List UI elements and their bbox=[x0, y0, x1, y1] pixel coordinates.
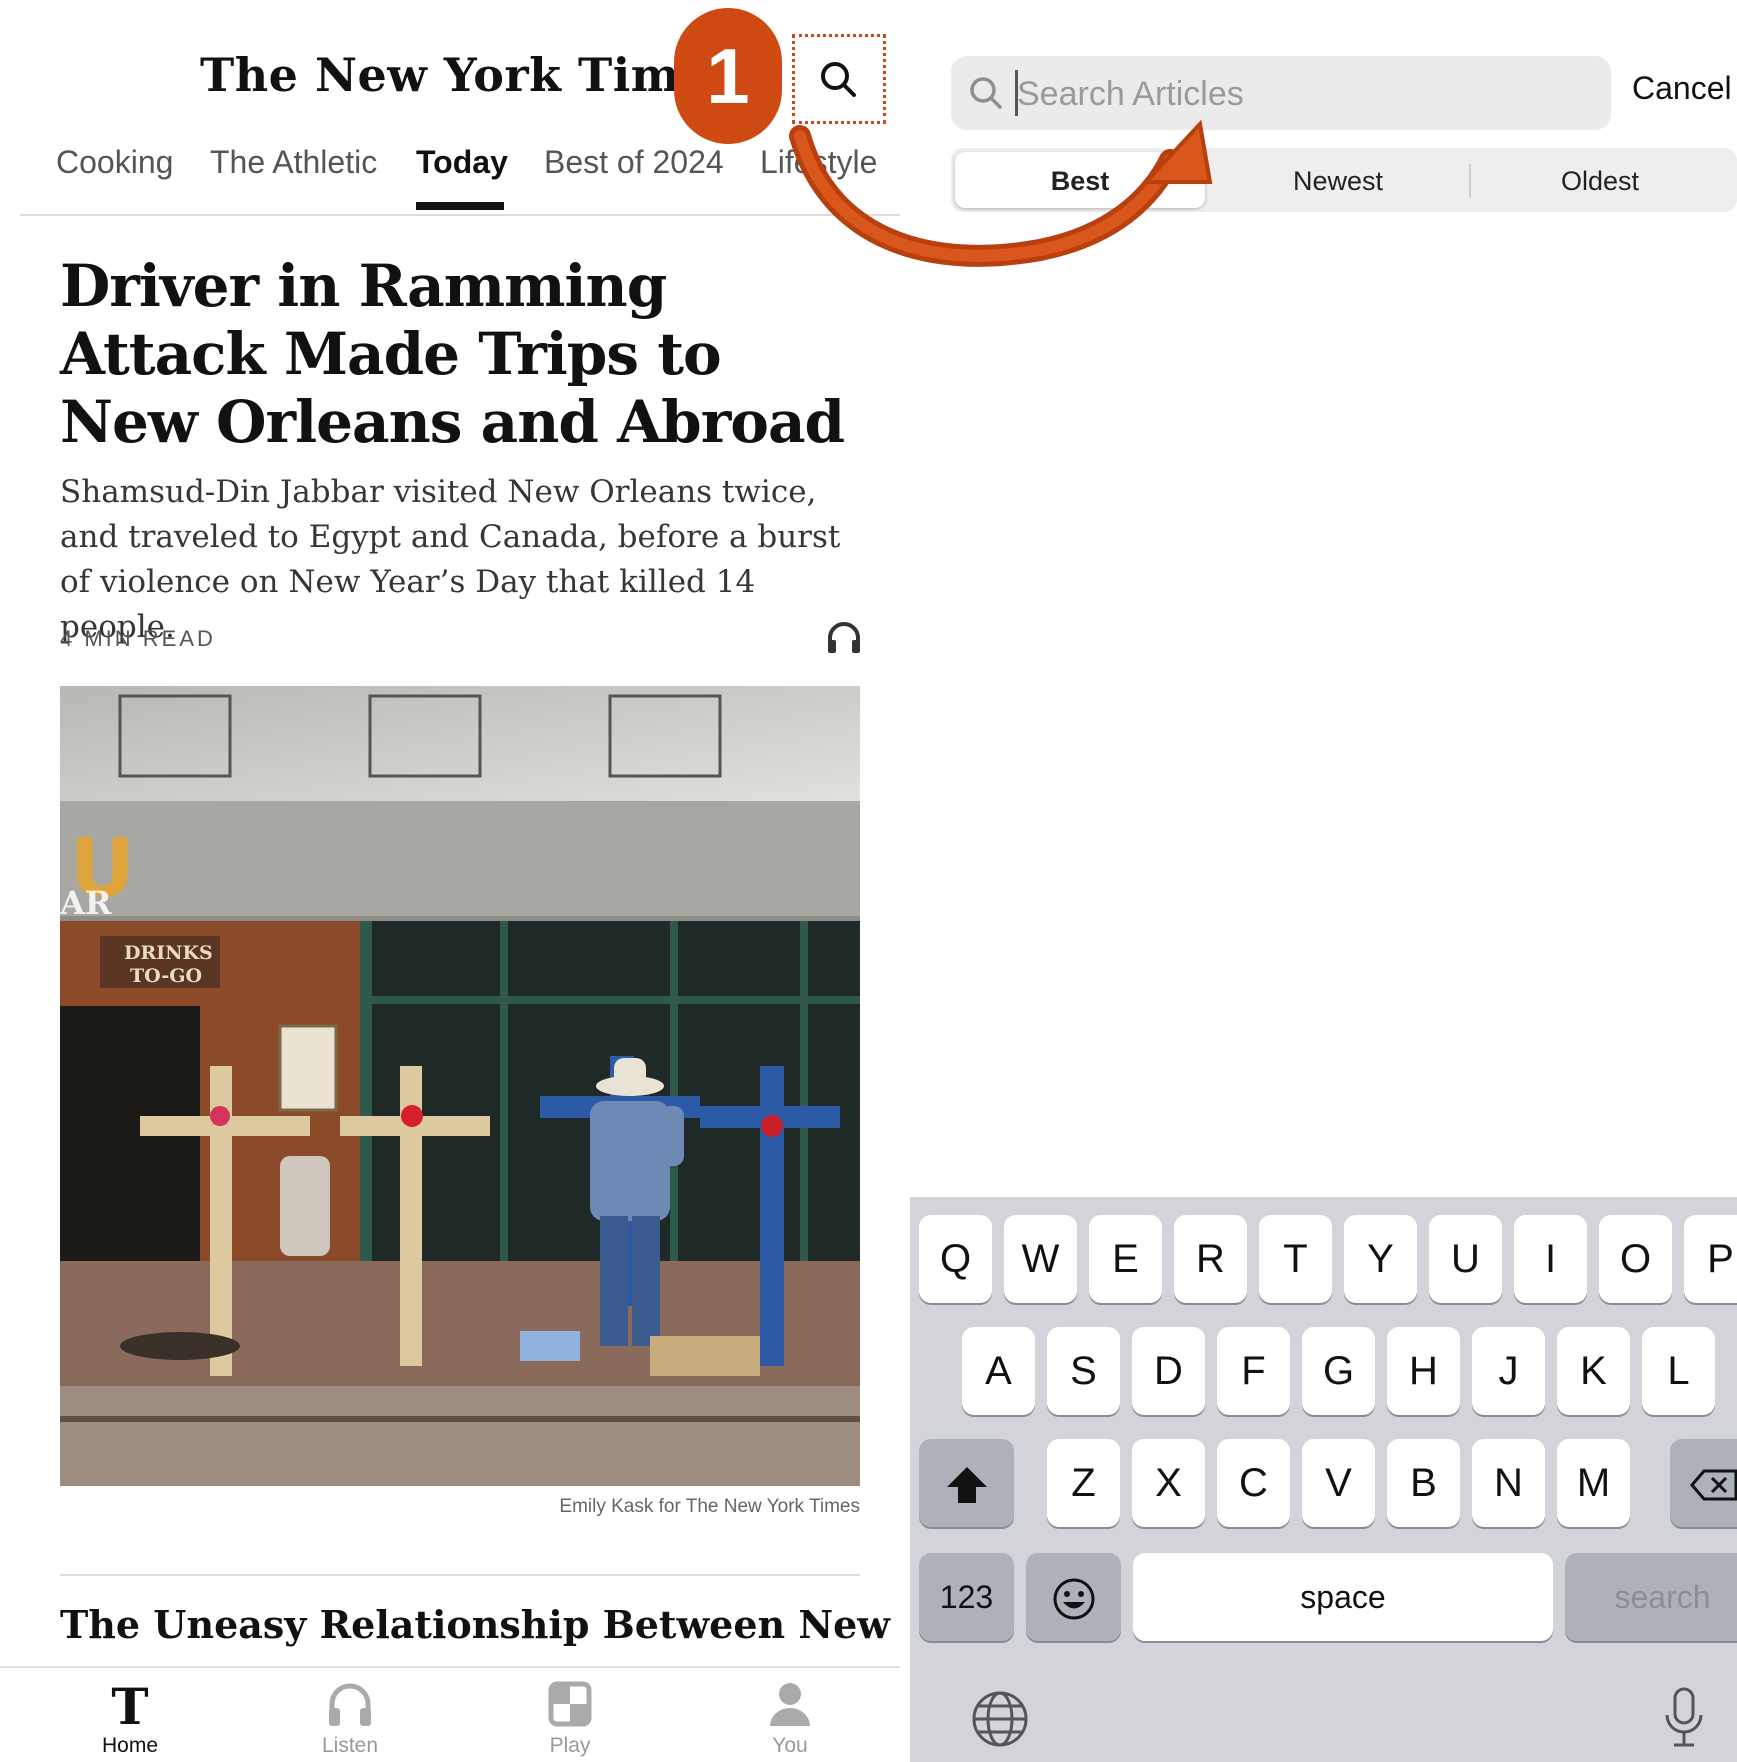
tab-best-of-2024[interactable]: Best of 2024 bbox=[544, 144, 724, 181]
key-r[interactable]: R bbox=[1174, 1215, 1247, 1303]
photo-togo-sign: TO-GO bbox=[130, 965, 202, 987]
delete-key[interactable] bbox=[1670, 1439, 1737, 1527]
search-icon bbox=[970, 77, 1002, 109]
tab-you[interactable]: You bbox=[730, 1678, 850, 1758]
key-t[interactable]: T bbox=[1259, 1215, 1332, 1303]
search-key[interactable]: search bbox=[1565, 1553, 1737, 1641]
photo-credit: Emily Kask for The New York Times bbox=[559, 1496, 860, 1517]
sort-newest[interactable]: Newest bbox=[1213, 152, 1463, 208]
sort-segmented-control: Best Newest Oldest bbox=[951, 148, 1737, 212]
tab-listen-label: Listen bbox=[321, 1734, 379, 1757]
cancel-button[interactable]: Cancel bbox=[1632, 70, 1732, 107]
article-divider bbox=[60, 1574, 860, 1576]
key-b[interactable]: B bbox=[1387, 1439, 1460, 1527]
tab-home-label: Home bbox=[101, 1734, 159, 1757]
globe-icon[interactable] bbox=[970, 1689, 1030, 1749]
tab-play-label: Play bbox=[549, 1734, 591, 1757]
shift-arrow-icon bbox=[946, 1467, 987, 1504]
section-tabs: Cooking The Athletic Today Best of 2024 … bbox=[20, 128, 900, 216]
tab-play[interactable]: Play bbox=[510, 1678, 630, 1758]
search-button[interactable] bbox=[800, 42, 878, 116]
nyt-masthead-logo: The New York Times bbox=[200, 48, 737, 102]
search-field-container[interactable] bbox=[951, 56, 1611, 130]
nyt-t-logo-icon: T bbox=[111, 1678, 148, 1730]
segment-separator bbox=[1469, 164, 1471, 198]
emoji-key[interactable] bbox=[1026, 1553, 1121, 1641]
step-number-badge: 1 bbox=[674, 8, 782, 144]
tab-listen[interactable]: Listen bbox=[290, 1678, 410, 1758]
shift-key[interactable] bbox=[919, 1439, 1014, 1527]
key-d[interactable]: D bbox=[1132, 1327, 1205, 1415]
tab-home[interactable]: T Home bbox=[70, 1678, 190, 1758]
svg-text:T: T bbox=[111, 1678, 148, 1730]
nyt-home-screen: The New York Times 1 Cooking The Athleti… bbox=[0, 0, 900, 1762]
key-a[interactable]: A bbox=[962, 1327, 1035, 1415]
key-x[interactable]: X bbox=[1132, 1439, 1205, 1527]
sort-best[interactable]: Best bbox=[955, 152, 1205, 208]
key-o[interactable]: O bbox=[1599, 1215, 1672, 1303]
key-f[interactable]: F bbox=[1217, 1327, 1290, 1415]
key-q[interactable]: Q bbox=[919, 1215, 992, 1303]
read-time: 4 MIN READ bbox=[60, 626, 216, 651]
key-s[interactable]: S bbox=[1047, 1327, 1120, 1415]
games-grid-icon bbox=[548, 1681, 592, 1727]
onscreen-keyboard: Q W E R T Y U I O P A S D F G H J K L Z … bbox=[910, 1197, 1737, 1762]
key-v[interactable]: V bbox=[1302, 1439, 1375, 1527]
tab-lifestyle[interactable]: Lifestyle bbox=[760, 144, 877, 181]
headphones-icon bbox=[329, 1683, 371, 1726]
backspace-icon bbox=[1690, 1469, 1737, 1501]
key-j[interactable]: J bbox=[1472, 1327, 1545, 1415]
photo-drinks-sign: DRINKS bbox=[124, 942, 213, 964]
photo-sign-text: AR bbox=[60, 884, 112, 922]
tab-today[interactable]: Today bbox=[416, 144, 508, 181]
article-headline[interactable]: Driver in Ramming Attack Made Trips to N… bbox=[60, 252, 860, 456]
key-n[interactable]: N bbox=[1472, 1439, 1545, 1527]
key-e[interactable]: E bbox=[1089, 1215, 1162, 1303]
text-cursor bbox=[1015, 70, 1018, 116]
key-g[interactable]: G bbox=[1302, 1327, 1375, 1415]
key-p[interactable]: P bbox=[1684, 1215, 1737, 1303]
next-article-headline[interactable]: The Uneasy Relationship Between New Orle… bbox=[60, 1600, 900, 1650]
key-c[interactable]: C bbox=[1217, 1439, 1290, 1527]
headphones-icon[interactable] bbox=[826, 620, 862, 654]
bottom-tab-bar: T Home Listen Play You bbox=[0, 1666, 900, 1762]
space-key[interactable]: space bbox=[1133, 1553, 1553, 1641]
key-w[interactable]: W bbox=[1004, 1215, 1077, 1303]
article-photo[interactable]: U AR DRINKS TO-GO bbox=[60, 686, 860, 1486]
numbers-key[interactable]: 123 bbox=[919, 1553, 1014, 1641]
person-icon bbox=[770, 1683, 810, 1726]
key-i[interactable]: I bbox=[1514, 1215, 1587, 1303]
tab-the-athletic[interactable]: The Athletic bbox=[210, 144, 377, 181]
tab-you-label: You bbox=[772, 1734, 808, 1757]
article-summary: Shamsud-Din Jabbar visited New Orleans t… bbox=[60, 474, 841, 645]
key-m[interactable]: M bbox=[1557, 1439, 1630, 1527]
tab-cooking[interactable]: Cooking bbox=[56, 144, 173, 181]
key-z[interactable]: Z bbox=[1047, 1439, 1120, 1527]
key-h[interactable]: H bbox=[1387, 1327, 1460, 1415]
key-u[interactable]: U bbox=[1429, 1215, 1502, 1303]
key-y[interactable]: Y bbox=[1344, 1215, 1417, 1303]
search-screen: Cancel Best Newest Oldest Q W E R T Y U … bbox=[900, 0, 1737, 1762]
search-input[interactable] bbox=[1015, 64, 1599, 124]
sort-oldest[interactable]: Oldest bbox=[1475, 152, 1725, 208]
key-l[interactable]: L bbox=[1642, 1327, 1715, 1415]
active-tab-indicator bbox=[416, 202, 504, 210]
key-k[interactable]: K bbox=[1557, 1327, 1630, 1415]
emoji-icon bbox=[1053, 1578, 1094, 1620]
search-icon bbox=[821, 62, 856, 97]
microphone-icon[interactable] bbox=[1662, 1685, 1706, 1751]
